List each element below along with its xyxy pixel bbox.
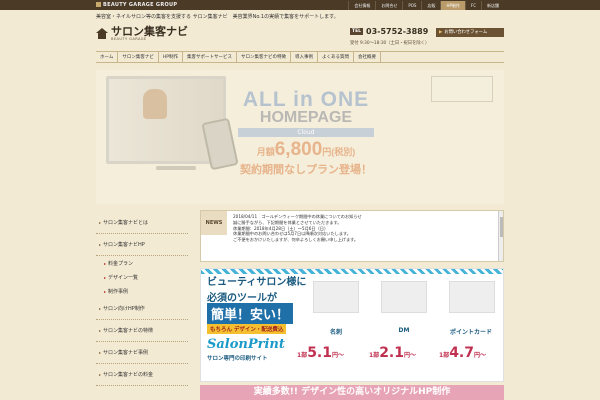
hero-line1: ALL in ONE xyxy=(242,88,370,111)
top-nav-hp[interactable]: HP制作 xyxy=(440,1,465,10)
news-headline[interactable]: ゴールデンウィーク期間中の休業についてのお知らせ xyxy=(261,214,361,219)
top-nav-newstore[interactable]: 新店舗 xyxy=(481,1,504,10)
banner-line2: 必須のツールが xyxy=(207,293,277,304)
price-point: 1部4.7円〜 xyxy=(439,345,487,361)
sidebar-item-pricing[interactable]: サロン集客ナビの料金 xyxy=(96,364,188,386)
top-bar: BEAUTY GARAGE GROUP 会社情報 お問合せ POS 店販 HP制… xyxy=(0,0,600,10)
logo-name: サロン集客ナビ xyxy=(111,25,188,38)
hp-production-banner[interactable]: 実績多数!! デザイン性の高いオリジナルHP制作 xyxy=(200,385,504,400)
card-image xyxy=(431,76,493,102)
hero-banner[interactable]: ALL in ONE HOMEPAGE Cloud 月額6,800円(税別) 契… xyxy=(96,70,504,204)
news-line: ご不便をおかけいたしますが、何卒よろしくお願い申し上げます。 xyxy=(233,237,359,243)
price-card: 1部5.1円〜 xyxy=(297,345,345,361)
top-nav-company[interactable]: 会社情報 xyxy=(348,1,375,10)
site-logo[interactable]: サロン集客ナビ BEAUTY GARAGE xyxy=(96,26,188,41)
tagline: 美容室・ネイルサロン等の集客を支援する サロン集客ナビ 美容業界No.1の実績で… xyxy=(96,14,339,20)
salonprint-logo: SalonPrint xyxy=(207,337,285,352)
banner-line3: 簡単！安い！ xyxy=(207,303,294,324)
news-box: NEWS 2018/04/11 ゴールデンウィーク期間中の休業についてのお知らせ… xyxy=(200,210,504,262)
point-card-image xyxy=(449,281,495,313)
news-label: NEWS xyxy=(201,211,227,235)
price-dm: 1部2.1円〜 xyxy=(369,345,417,361)
news-date: 2018/04/11 xyxy=(233,214,258,219)
business-hours: 受付 9:30〜18:30（土日・祝日を除く） xyxy=(350,41,430,46)
hero-price: 月額6,800円(税別) xyxy=(256,139,356,160)
sidebar-item-cases[interactable]: サロン集客ナビ事例 xyxy=(96,342,188,364)
gnav-features[interactable]: サロン集客ナビの特徴 xyxy=(237,52,291,62)
top-nav: 会社情報 お問合せ POS 店販 HP制作 FC 新店舗 xyxy=(348,1,504,10)
monitor-stand xyxy=(156,166,196,170)
sidebar-sub-plans[interactable]: 料金プラン xyxy=(96,256,188,270)
dm-image xyxy=(381,281,427,313)
sidebar-item-about[interactable]: サロン集客ナビとは xyxy=(96,212,188,234)
model-photo xyxy=(143,89,167,119)
news-scrollbar[interactable] xyxy=(498,211,503,261)
banner-line4: もちろん デザイン・配送費込 xyxy=(207,324,287,334)
sidebar: サロン集客ナビとは サロン集客ナビHP 料金プラン デザイン一覧 制作事例 サロ… xyxy=(96,212,188,386)
business-card-image xyxy=(313,281,359,313)
sidebar-item-features[interactable]: サロン集客ナビの特徴 xyxy=(96,320,188,342)
contact-box: TEL 03-5752-3889 ▶ お問い合わせフォーム 受付 9:30〜18:… xyxy=(350,27,504,48)
product-label-point: ポイントカード xyxy=(449,329,492,336)
gnav-cases[interactable]: 導入事例 xyxy=(291,52,318,62)
salonprint-banner[interactable]: ビューティサロン様に 必須のツールが 簡単！安い！ もちろん デザイン・配送費込… xyxy=(200,268,504,382)
gnav-home[interactable]: ホーム xyxy=(96,52,119,62)
top-nav-contact[interactable]: お問合せ xyxy=(375,1,402,10)
tel-label: TEL xyxy=(350,28,364,35)
contact-form-button[interactable]: ▶ お問い合わせフォーム xyxy=(436,28,504,37)
gnav-support[interactable]: 集客サポートサービス xyxy=(183,52,237,62)
sidebar-item-hp-production[interactable]: サロン向けHP制作 xyxy=(96,298,188,320)
banner-line1: ビューティサロン様に xyxy=(207,277,307,288)
sidebar-item-hp[interactable]: サロン集客ナビHP xyxy=(96,234,188,256)
house-icon xyxy=(96,28,108,39)
hero-cloud: Cloud xyxy=(238,128,374,137)
news-content: 2018/04/11 ゴールデンウィーク期間中の休業についてのお知らせ 誠に勝手… xyxy=(233,214,495,243)
gnav-hp[interactable]: HP制作 xyxy=(159,52,183,62)
gnav-about[interactable]: サロン集客ナビ xyxy=(118,52,159,62)
arrow-icon: ▶ xyxy=(439,30,443,35)
salonprint-sub: サロン専門の印刷サイト xyxy=(207,356,268,362)
gnav-company[interactable]: 会社概要 xyxy=(354,52,381,62)
top-nav-fc[interactable]: FC xyxy=(464,1,481,10)
group-name: BEAUTY GARAGE GROUP xyxy=(96,2,177,8)
sidebar-sub-designs[interactable]: デザイン一覧 xyxy=(96,270,188,284)
gnav-faq[interactable]: よくある質問 xyxy=(318,52,354,62)
product-label-dm: DM xyxy=(398,327,410,334)
top-nav-products[interactable]: 店販 xyxy=(421,1,440,10)
tel-number[interactable]: 03-5752-3889 xyxy=(366,27,428,36)
hero-plan: 契約期間なしプラン登場！ xyxy=(240,164,372,176)
contact-form-label: お問い合わせフォーム xyxy=(444,30,488,35)
stripe-decoration xyxy=(201,269,503,274)
top-nav-pos[interactable]: POS xyxy=(402,1,421,10)
hero-line2: HOMEPAGE xyxy=(259,109,353,126)
sidebar-sub-cases[interactable]: 制作事例 xyxy=(96,284,188,298)
product-label-card: 名刺 xyxy=(329,329,342,336)
global-nav: ホーム サロン集客ナビ HP制作 集客サポートサービス サロン集客ナビの特徴 導… xyxy=(96,51,504,63)
